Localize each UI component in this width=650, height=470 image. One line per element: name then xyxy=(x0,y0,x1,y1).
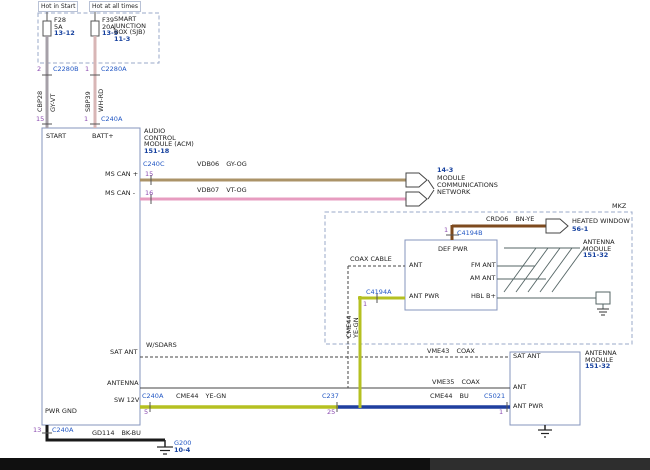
wire-label-sbp39: SBP39 xyxy=(85,91,92,112)
pin-number: 1 xyxy=(84,116,88,123)
sjb-page-ref: 11-3 xyxy=(114,36,130,43)
antenna-grid-icon xyxy=(504,248,584,292)
wire-circuit: CRD06 xyxy=(486,215,508,223)
ground-symbol-icon xyxy=(597,309,609,315)
acm-pin-batt: BATT+ xyxy=(92,133,114,140)
sdars-option-label: W/SDARS xyxy=(146,342,177,349)
pin-number: 16 xyxy=(145,190,153,197)
pin-number: 1 xyxy=(85,66,89,73)
wire-circuit: VME43 xyxy=(427,347,449,355)
pin-number: 1 xyxy=(499,409,503,416)
acm-page-ref: 151-18 xyxy=(144,148,169,155)
wire-color-code: BK-BU xyxy=(121,429,140,437)
connector-c5021: C5021 xyxy=(484,393,505,400)
mkz-module-pin-fm-ant: FM ANT xyxy=(471,262,496,269)
acm-pin-antenna: ANTENNA xyxy=(107,380,139,387)
wire-label-vdb06: VDB06 GY-OG xyxy=(197,161,247,168)
ground-symbol-icon xyxy=(157,447,173,454)
wire-label-gd114: GD114 BK-BU xyxy=(92,430,141,437)
wiring-diagram: Hot in Start Hot at all times F28 5A 13-… xyxy=(0,0,650,470)
wire-circuit: CME44 xyxy=(176,392,199,400)
wire-color-code: GY-OG xyxy=(226,160,247,168)
wire-color-cme44-vertical: YE-GN xyxy=(353,317,360,338)
antenna-module-pin-ant: ANT xyxy=(513,384,526,391)
fuse-f28-page-ref: 13-12 xyxy=(54,30,75,37)
fuse-icon xyxy=(91,21,99,36)
wire-label-cme44-bu: CME44 BU xyxy=(430,393,469,400)
mkz-module-page-ref: 151-32 xyxy=(583,252,608,259)
hot-at-all-times-label: Hot at all times xyxy=(89,1,141,12)
wire-circuit: VME35 xyxy=(432,378,454,386)
network-arrow-icon xyxy=(406,173,427,187)
wire-color-code: COAX xyxy=(456,347,474,355)
connector-c240a-sw: C240A xyxy=(142,393,163,400)
wire-color-code: COAX xyxy=(461,378,479,386)
antenna-module-pin-sat-ant: SAT ANT xyxy=(513,353,541,360)
wire-circuit: GD114 xyxy=(92,429,114,437)
pin-number: 13 xyxy=(33,427,41,434)
hot-in-start-label: Hot in Start xyxy=(38,1,78,12)
wire-circuit: VDB06 xyxy=(197,160,219,168)
acm-pin-sw-12v: SW 12V xyxy=(114,397,139,404)
pin-number: 2 xyxy=(37,66,41,73)
fuse-icon xyxy=(43,21,51,36)
heated-window-page-ref: 56-1 xyxy=(572,226,588,233)
wire-color-sbp39: WH-RD xyxy=(98,89,105,112)
connector-c2280a: C2280A xyxy=(101,66,127,73)
ground-symbol-icon xyxy=(538,425,552,437)
acm-pin-pwr-gnd: PWR GND xyxy=(45,408,77,415)
network-page-ref: 14-3 xyxy=(437,167,453,174)
wire-color-code: YE-GN xyxy=(206,392,227,400)
pin-number: 15 xyxy=(36,116,44,123)
mkz-module-pin-hbl: HBL B+ xyxy=(471,293,496,300)
wire-label-crd06: CRD06 BN-YE xyxy=(486,216,534,223)
mkz-option-label: MKZ xyxy=(612,203,626,210)
connector-c240c: C240C xyxy=(143,161,164,168)
connector-c240a: C240A xyxy=(101,116,122,123)
connector-c4194b: C4194B xyxy=(457,230,483,237)
wire-color-cbp28: GY-VT xyxy=(50,94,57,112)
connector-c240a-gnd: C240A xyxy=(52,427,73,434)
mkz-module-pin-ant: ANT xyxy=(409,262,422,269)
wire-label-vdb07: VDB07 VT-OG xyxy=(197,187,247,194)
network-arrow-icon xyxy=(406,192,427,206)
mkz-module-pin-def-pwr: DEF PWR xyxy=(438,246,468,253)
connector-c2280b: C2280B xyxy=(53,66,79,73)
acm-pin-ms-can-lo: MS CAN - xyxy=(105,190,135,197)
ground-page-ref: 10-4 xyxy=(174,447,190,454)
wire-label-cbp28: CBP28 xyxy=(37,91,44,112)
acm-pin-start: START xyxy=(46,133,66,140)
pin-number: 1 xyxy=(444,227,448,234)
bottom-bar-right-segment xyxy=(430,458,650,470)
pin-number: 5 xyxy=(144,409,148,416)
acm-pin-sat-ant: SAT ANT xyxy=(110,349,138,356)
pin-number: 1 xyxy=(363,301,367,308)
wire-color-code: VT-OG xyxy=(226,186,247,194)
heated-window-label: HEATED WINDOW xyxy=(572,218,630,225)
wire-color-code: BU xyxy=(460,392,469,400)
connector-c237: C237 xyxy=(322,393,339,400)
mkz-module-pin-am-ant: AM ANT xyxy=(470,275,495,282)
wire-label-vme43: VME43 COAX xyxy=(427,348,475,355)
wire-label-vme35: VME35 COAX xyxy=(432,379,480,386)
coax-cable-label: COAX CABLE xyxy=(350,256,392,263)
network-label-3: NETWORK xyxy=(437,189,470,196)
mkz-module-pin-ant-pwr: ANT PWR xyxy=(409,293,439,300)
wire-circuit: VDB07 xyxy=(197,186,219,194)
wire-circuit: CME44 xyxy=(430,392,453,400)
ms-can-bus xyxy=(140,173,434,206)
antenna-module-pin-ant-pwr: ANT PWR xyxy=(513,403,543,410)
wire-label-cme44-yegn: CME44 YE-GN xyxy=(176,393,226,400)
antenna-module-page-ref: 151-32 xyxy=(585,363,610,370)
heated-window-arrow-icon xyxy=(546,219,568,233)
wire-color-code: BN-YE xyxy=(515,215,534,223)
connector-c4194a: C4194A xyxy=(366,289,392,296)
acm-pin-ms-can-hi: MS CAN + xyxy=(105,171,138,178)
pin-number: 25 xyxy=(327,409,335,416)
pin-number: 15 xyxy=(145,171,153,178)
